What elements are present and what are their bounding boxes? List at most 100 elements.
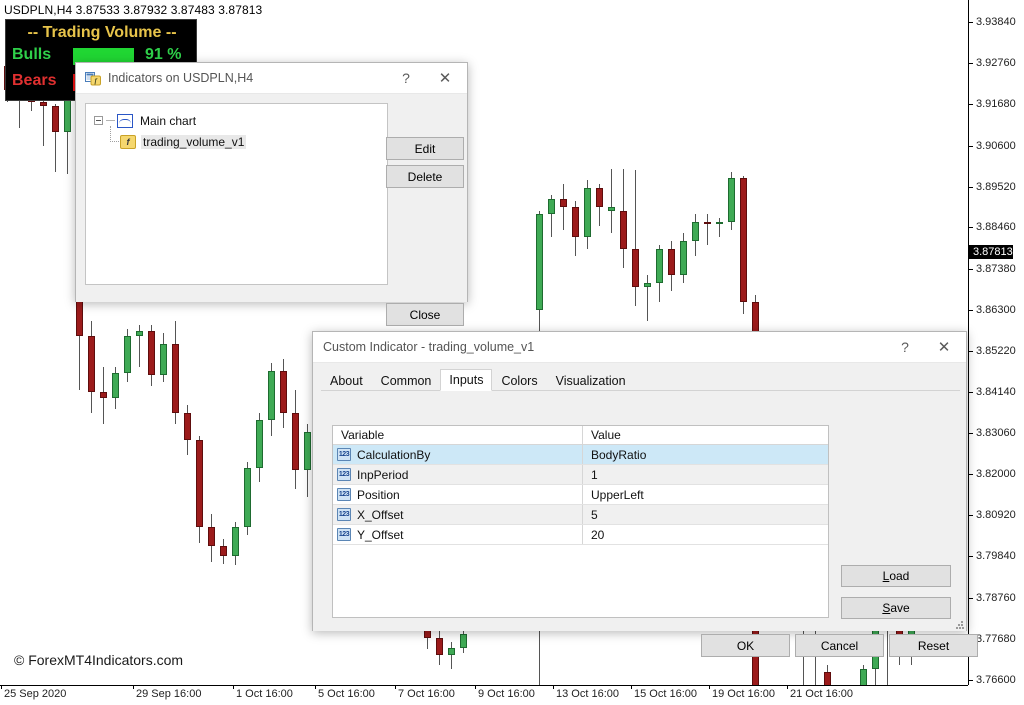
indicator-list-icon: f bbox=[85, 70, 101, 86]
table-row[interactable]: 123CalculationByBodyRatio bbox=[333, 445, 828, 465]
candle-body bbox=[220, 546, 227, 556]
candle-body bbox=[136, 331, 143, 337]
time-tick: 5 Oct 16:00 bbox=[318, 688, 375, 700]
close-icon[interactable]: ✕ bbox=[922, 332, 966, 362]
tree-item-indicator[interactable]: f trading_volume_v1 bbox=[106, 132, 387, 151]
tree-item-main-chart[interactable]: Main chart bbox=[94, 111, 387, 130]
reset-button[interactable]: Reset bbox=[889, 634, 978, 657]
tab-visualization[interactable]: Visualization bbox=[547, 370, 635, 390]
tree-connector bbox=[106, 120, 115, 121]
custom-indicator-dialog[interactable]: Custom Indicator - trading_volume_v1 ? ✕… bbox=[312, 331, 967, 631]
candle-body bbox=[208, 527, 215, 546]
variable-name: X_Offset bbox=[357, 508, 403, 522]
column-header-value: Value bbox=[583, 426, 828, 444]
candle-body bbox=[632, 249, 639, 287]
value-cell[interactable]: 5 bbox=[583, 505, 828, 525]
inputs-grid[interactable]: Variable Value 123 CalculationBy BodyRatio… bbox=[332, 425, 829, 618]
price-tick: 3.85220 bbox=[969, 344, 1016, 358]
candle-body bbox=[608, 207, 615, 211]
close-button[interactable]: Close bbox=[386, 303, 464, 326]
candle-body bbox=[680, 241, 687, 275]
value-cell[interactable]: BodyRatio bbox=[583, 445, 828, 465]
candle-body bbox=[692, 222, 699, 241]
save-button-label: ave bbox=[890, 601, 909, 615]
tree-connector bbox=[106, 132, 120, 151]
price-tick: 3.89520 bbox=[969, 180, 1016, 194]
resize-grip[interactable] bbox=[956, 621, 964, 629]
table-row[interactable]: 123 X_Offset 5 bbox=[333, 505, 828, 525]
candle-body bbox=[100, 392, 107, 398]
ok-button[interactable]: OK bbox=[701, 634, 790, 657]
candle-wick bbox=[451, 642, 452, 669]
variable-cell: 123InpPeriod bbox=[333, 465, 583, 484]
value-cell[interactable]: 20 bbox=[583, 525, 828, 545]
candle-body bbox=[448, 648, 455, 656]
collapse-icon[interactable] bbox=[94, 116, 103, 125]
load-button-label: oad bbox=[889, 569, 909, 583]
save-button[interactable]: Save bbox=[841, 597, 951, 619]
tab-strip[interactable]: AboutCommonInputsColorsVisualization bbox=[321, 369, 960, 391]
time-tick: 9 Oct 16:00 bbox=[478, 688, 535, 700]
candle-body bbox=[740, 178, 747, 302]
candle-body bbox=[196, 440, 203, 528]
bulls-label: Bulls bbox=[12, 46, 51, 64]
candle-body bbox=[460, 634, 467, 647]
candle-body bbox=[256, 420, 263, 468]
candle-body bbox=[124, 336, 131, 372]
inputs-grid-header: Variable Value bbox=[333, 426, 828, 445]
price-tick: 3.82000 bbox=[969, 467, 1016, 481]
time-tick: 7 Oct 16:00 bbox=[398, 688, 455, 700]
candle-body bbox=[280, 371, 287, 413]
tab-colors[interactable]: Colors bbox=[492, 370, 546, 390]
help-button[interactable]: ? bbox=[389, 63, 423, 93]
column-header-variable: Variable bbox=[333, 426, 583, 444]
tree-item-main-chart-label: Main chart bbox=[138, 114, 198, 128]
candle-wick bbox=[563, 184, 564, 230]
table-row[interactable]: 123Y_Offset20 bbox=[333, 525, 828, 545]
indicators-dialog-titlebar[interactable]: f Indicators on USDPLN,H4 ? ✕ bbox=[76, 63, 467, 94]
price-tick: 3.84140 bbox=[969, 385, 1016, 399]
tab-about[interactable]: About bbox=[321, 370, 372, 390]
table-row[interactable]: 123PositionUpperLeft bbox=[333, 485, 828, 505]
indicator-tree[interactable]: Main chart f trading_volume_v1 bbox=[85, 103, 388, 285]
number-icon: 123 bbox=[337, 528, 351, 541]
save-button-accel: S bbox=[882, 601, 890, 615]
candle-body bbox=[560, 199, 567, 207]
value-cell[interactable]: UpperLeft bbox=[583, 485, 828, 505]
tab-common[interactable]: Common bbox=[372, 370, 441, 390]
custom-indicator-titlebar[interactable]: Custom Indicator - trading_volume_v1 ? ✕ bbox=[313, 332, 966, 363]
price-tick: 3.92760 bbox=[969, 56, 1016, 70]
price-axis[interactable]: 3.938403.927603.916803.906003.895203.884… bbox=[968, 0, 1024, 685]
indicators-dialog-title: Indicators on USDPLN,H4 bbox=[108, 71, 389, 85]
delete-button[interactable]: Delete bbox=[386, 165, 464, 188]
close-icon[interactable]: ✕ bbox=[423, 63, 467, 93]
variable-name: Position bbox=[357, 488, 400, 502]
indicators-dialog[interactable]: f Indicators on USDPLN,H4 ? ✕ Main chart… bbox=[75, 62, 468, 302]
candle-body bbox=[572, 207, 579, 238]
load-button-accel: L bbox=[883, 569, 890, 583]
price-tick: 3.90600 bbox=[969, 139, 1016, 153]
candle-body bbox=[172, 344, 179, 413]
tab-inputs[interactable]: Inputs bbox=[440, 369, 492, 391]
time-tick: 15 Oct 16:00 bbox=[634, 688, 697, 700]
load-button[interactable]: Load bbox=[841, 565, 951, 587]
table-row[interactable]: 123InpPeriod1 bbox=[333, 465, 828, 485]
chart-watermark: © ForexMT4Indicators.com bbox=[14, 652, 183, 668]
number-icon: 123 bbox=[337, 508, 351, 521]
edit-button[interactable]: Edit bbox=[386, 137, 464, 160]
axis-corner bbox=[968, 685, 1024, 705]
value-cell[interactable]: 1 bbox=[583, 465, 828, 485]
help-button[interactable]: ? bbox=[888, 332, 922, 362]
cancel-button[interactable]: Cancel bbox=[795, 634, 884, 657]
candle-body bbox=[704, 222, 711, 224]
chart-quote-line: USDPLN,H4 3.87533 3.87932 3.87483 3.8781… bbox=[4, 3, 262, 17]
candle-body bbox=[160, 344, 167, 375]
price-tick: 3.83060 bbox=[969, 426, 1016, 440]
variable-name: CalculationBy bbox=[357, 448, 430, 462]
time-axis[interactable]: 25 Sep 202029 Sep 16:001 Oct 16:005 Oct … bbox=[0, 685, 968, 705]
candle-body bbox=[232, 527, 239, 556]
candle-body bbox=[304, 432, 311, 470]
candle-body bbox=[52, 106, 59, 133]
candle-body bbox=[292, 413, 299, 470]
price-tick: 3.91680 bbox=[969, 97, 1016, 111]
